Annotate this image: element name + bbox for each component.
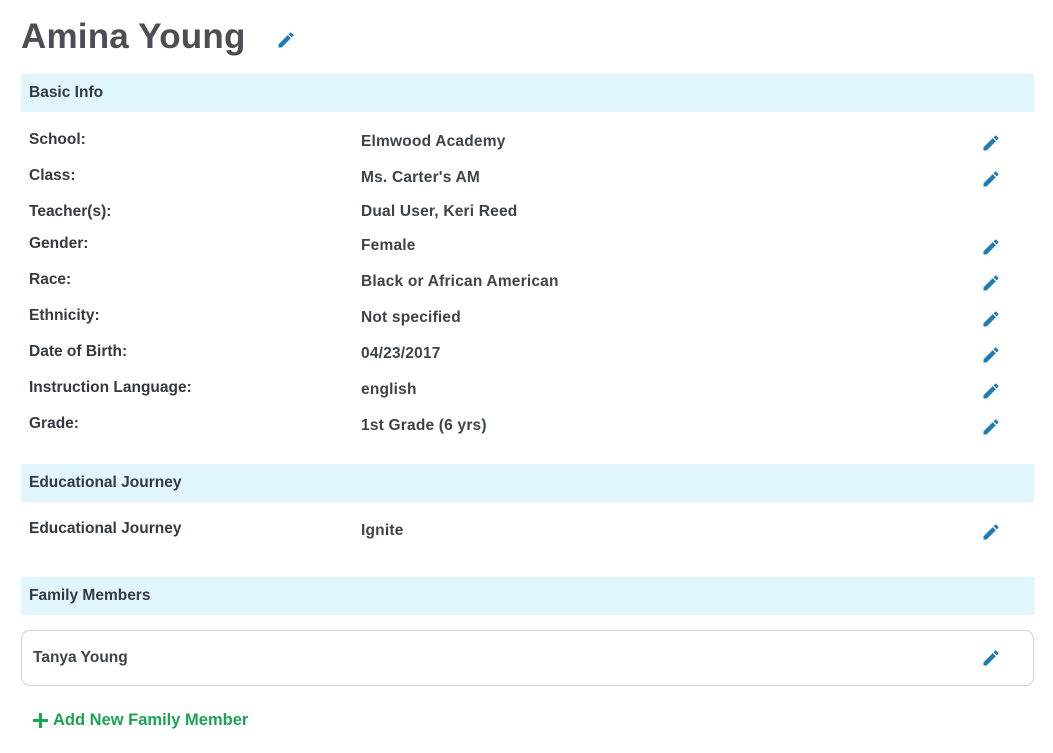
race-label: Race: [29, 271, 72, 288]
edit-school-pencil-icon[interactable] [981, 133, 1001, 153]
school-label: School: [29, 131, 86, 148]
instruction-language-value: english [361, 381, 417, 398]
edit-instruction-language-pencil-icon[interactable] [981, 381, 1001, 401]
race-value: Black or African American [361, 273, 559, 290]
edit-grade-pencil-icon[interactable] [981, 417, 1001, 437]
family-member-name: Tanya Young [33, 649, 128, 666]
gender-value: Female [361, 237, 416, 254]
edit-name-pencil-icon[interactable] [276, 30, 296, 50]
page-title: Amina Young [21, 17, 246, 56]
info-row-educational-journey: Educational Journey Ignite [29, 520, 1004, 550]
dob-value: 04/23/2017 [361, 345, 441, 362]
page-title-row: Amina Young [21, 14, 246, 60]
educational-journey-value: Ignite [361, 522, 404, 539]
info-row-grade: Grade: 1st Grade (6 yrs) [29, 415, 1004, 445]
edit-family-member-pencil-icon[interactable] [981, 648, 1001, 668]
edit-class-pencil-icon[interactable] [981, 169, 1001, 189]
instruction-language-label: Instruction Language: [29, 379, 192, 396]
add-family-member-label: Add New Family Member [53, 711, 249, 729]
family-member-card: Tanya Young [21, 630, 1034, 686]
info-row-race: Race: Black or African American [29, 271, 1004, 301]
grade-label: Grade: [29, 415, 79, 432]
info-row-dob: Date of Birth: 04/23/2017 [29, 343, 1004, 373]
plus-icon [32, 712, 49, 729]
educational-journey-title: Educational Journey [29, 474, 182, 491]
ethnicity-label: Ethnicity: [29, 307, 100, 324]
family-members-header: Family Members [21, 577, 1034, 615]
info-row-ethnicity: Ethnicity: Not specified [29, 307, 1004, 337]
ethnicity-value: Not specified [361, 309, 461, 326]
educational-journey-label: Educational Journey [29, 520, 182, 537]
basic-info-header: Basic Info [21, 74, 1034, 112]
grade-value: 1st Grade (6 yrs) [361, 417, 487, 434]
gender-label: Gender: [29, 235, 89, 252]
edit-gender-pencil-icon[interactable] [981, 237, 1001, 257]
add-family-member-link[interactable]: Add New Family Member [32, 711, 248, 730]
edit-educational-journey-pencil-icon[interactable] [981, 522, 1001, 542]
basic-info-title: Basic Info [29, 84, 104, 101]
teachers-label: Teacher(s): [29, 203, 112, 220]
teachers-value: Dual User, Keri Reed [361, 203, 518, 220]
class-label: Class: [29, 167, 76, 184]
info-row-gender: Gender: Female [29, 235, 1004, 265]
info-row-instruction-language: Instruction Language: english [29, 379, 1004, 409]
info-row-class: Class: Ms. Carter's AM [29, 167, 1004, 197]
edit-race-pencil-icon[interactable] [981, 273, 1001, 293]
info-row-school: School: Elmwood Academy [29, 131, 1004, 161]
family-members-title: Family Members [29, 587, 151, 604]
class-value: Ms. Carter's AM [361, 169, 480, 186]
educational-journey-header: Educational Journey [21, 464, 1034, 502]
info-row-teachers: Teacher(s): Dual User, Keri Reed [29, 203, 1004, 233]
edit-dob-pencil-icon[interactable] [981, 345, 1001, 365]
school-value: Elmwood Academy [361, 133, 506, 150]
dob-label: Date of Birth: [29, 343, 128, 360]
edit-ethnicity-pencil-icon[interactable] [981, 309, 1001, 329]
